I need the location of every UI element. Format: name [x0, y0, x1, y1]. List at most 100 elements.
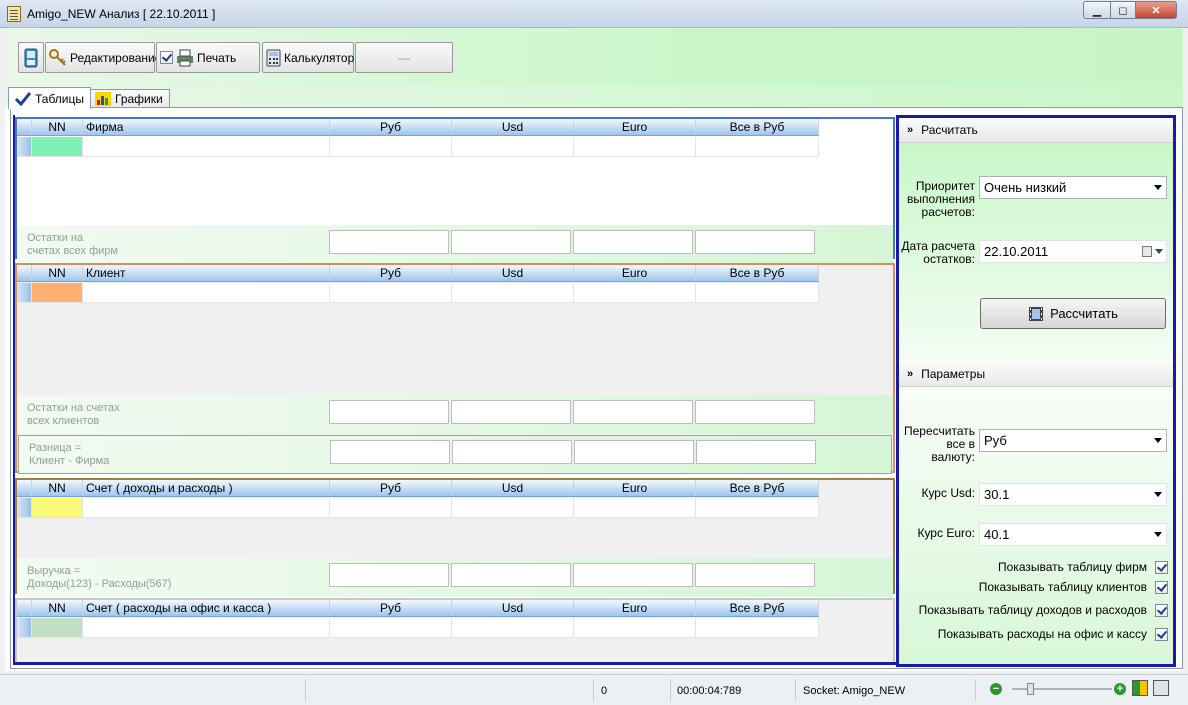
minimize-button[interactable]: ▁ — [1083, 1, 1111, 19]
zoom-thumb[interactable] — [1027, 683, 1034, 695]
col-euro[interactable]: Euro — [574, 119, 696, 135]
table-row[interactable] — [17, 618, 819, 638]
col-rub[interactable]: Руб — [330, 480, 452, 496]
chart-icon — [95, 92, 111, 106]
show-income-option[interactable]: Показывать таблицу доходов и расходов — [919, 603, 1168, 617]
usd-rate-select[interactable]: 30.1 — [979, 483, 1167, 506]
col-rub[interactable]: Руб — [330, 119, 452, 135]
view-grid-icon[interactable] — [1132, 680, 1148, 696]
show-office-option[interactable]: Показывать расходы на офис и кассу — [938, 627, 1168, 641]
table-row[interactable] — [17, 498, 819, 518]
maximize-button[interactable]: ◻ — [1110, 1, 1136, 19]
row-cell[interactable] — [696, 137, 819, 156]
col-all-rub[interactable]: Все в Руб — [696, 119, 819, 135]
table-row[interactable] — [17, 137, 819, 157]
priority-value: Очень низкий — [984, 180, 1067, 195]
col-account[interactable]: Счет ( доходы и расходы ) — [83, 480, 330, 496]
col-nn[interactable]: NN — [32, 265, 83, 281]
priority-select[interactable]: Очень низкий — [979, 176, 1167, 199]
currency-select[interactable]: Руб — [979, 429, 1167, 452]
grids-left-border — [13, 115, 15, 665]
zoom-slider[interactable] — [1012, 681, 1112, 697]
row-indicator[interactable] — [17, 137, 32, 156]
show-clients-option[interactable]: Показывать таблицу клиентов — [979, 580, 1168, 594]
chevron-down-icon — [1154, 492, 1162, 497]
show-clients-checkbox[interactable] — [1155, 580, 1168, 594]
col-all-rub[interactable]: Все в Руб — [696, 480, 819, 496]
params-section-header[interactable]: » Параметры — [899, 362, 1173, 387]
calc-section-header[interactable]: » Расчитать — [899, 118, 1173, 143]
date-label: Дата расчета остатков: — [901, 239, 975, 266]
row-name-cell[interactable] — [83, 618, 330, 637]
col-euro[interactable]: Euro — [574, 480, 696, 496]
row-cell[interactable] — [330, 137, 452, 156]
col-all-rub[interactable]: Все в Руб — [696, 265, 819, 281]
row-cell[interactable] — [330, 618, 452, 637]
print-checkbox[interactable] — [160, 51, 173, 64]
row-name-cell[interactable] — [83, 137, 330, 156]
row-cell[interactable] — [452, 283, 574, 302]
collapse-icon[interactable]: » — [907, 124, 913, 136]
table-row[interactable] — [17, 283, 819, 303]
zoom-in-icon[interactable]: + — [1114, 683, 1126, 695]
row-cell[interactable] — [574, 283, 696, 302]
row-cell[interactable] — [330, 283, 452, 302]
col-all-rub[interactable]: Все в Руб — [696, 600, 819, 616]
row-cell[interactable] — [696, 498, 819, 517]
calendar-icon[interactable] — [1142, 246, 1152, 257]
row-nn-cell[interactable] — [32, 283, 83, 302]
col-client[interactable]: Клиент — [83, 265, 330, 281]
row-nn-cell[interactable] — [32, 137, 83, 156]
edit-button[interactable]: Редактирование — [45, 42, 161, 73]
row-cell[interactable] — [574, 618, 696, 637]
col-account[interactable]: Счет ( расходы на офис и касса ) — [83, 600, 330, 616]
extra-button[interactable]: — — [355, 42, 453, 73]
col-nn[interactable]: NN — [32, 480, 83, 496]
euro-rate-select[interactable]: 40.1 — [979, 523, 1167, 546]
close-button[interactable]: ✕ — [1135, 1, 1177, 19]
row-indicator[interactable] — [17, 618, 32, 637]
col-rub[interactable]: Руб — [330, 600, 452, 616]
row-cell[interactable] — [452, 498, 574, 517]
row-cell[interactable] — [696, 618, 819, 637]
col-usd[interactable]: Usd — [452, 480, 574, 496]
col-nn[interactable]: NN — [32, 119, 83, 135]
calculate-button[interactable]: Рассчитать — [980, 298, 1166, 329]
row-indicator[interactable] — [17, 283, 32, 302]
zoom-out-icon[interactable]: − — [990, 683, 1002, 695]
row-nn-cell[interactable] — [32, 498, 83, 517]
view-table-icon[interactable] — [1153, 680, 1169, 696]
col-usd[interactable]: Usd — [452, 119, 574, 135]
calculator-button[interactable]: Калькулятор — [262, 42, 354, 73]
show-firms-option[interactable]: Показывать таблицу фирм — [998, 560, 1168, 574]
print-button[interactable]: Печать — [156, 42, 260, 73]
row-name-cell[interactable] — [83, 283, 330, 302]
show-firms-checkbox[interactable] — [1155, 560, 1168, 574]
row-cell[interactable] — [330, 498, 452, 517]
row-name-cell[interactable] — [83, 498, 330, 517]
date-picker[interactable]: 22.10.2011 — [979, 240, 1167, 263]
row-cell[interactable] — [696, 283, 819, 302]
row-indicator[interactable] — [17, 498, 32, 517]
collapse-icon[interactable]: » — [907, 368, 913, 380]
row-nn-cell[interactable] — [32, 618, 83, 637]
row-cell[interactable] — [452, 137, 574, 156]
diff-euro — [574, 440, 694, 464]
usd-rate-value: 30.1 — [984, 487, 1010, 502]
row-cell[interactable] — [452, 618, 574, 637]
film-icon — [1029, 306, 1044, 321]
show-office-checkbox[interactable] — [1155, 627, 1168, 641]
col-euro[interactable]: Euro — [574, 265, 696, 281]
row-cell[interactable] — [574, 137, 696, 156]
row-cell[interactable] — [574, 498, 696, 517]
col-euro[interactable]: Euro — [574, 600, 696, 616]
tab-tables[interactable]: Таблицы — [8, 87, 92, 109]
col-nn[interactable]: NN — [32, 600, 83, 616]
col-usd[interactable]: Usd — [452, 600, 574, 616]
col-firm[interactable]: Фирма — [83, 119, 330, 135]
device-button[interactable] — [18, 42, 44, 73]
col-usd[interactable]: Usd — [452, 265, 574, 281]
show-income-checkbox[interactable] — [1155, 603, 1168, 617]
col-rub[interactable]: Руб — [330, 265, 452, 281]
tab-charts[interactable]: Графики — [88, 89, 170, 108]
